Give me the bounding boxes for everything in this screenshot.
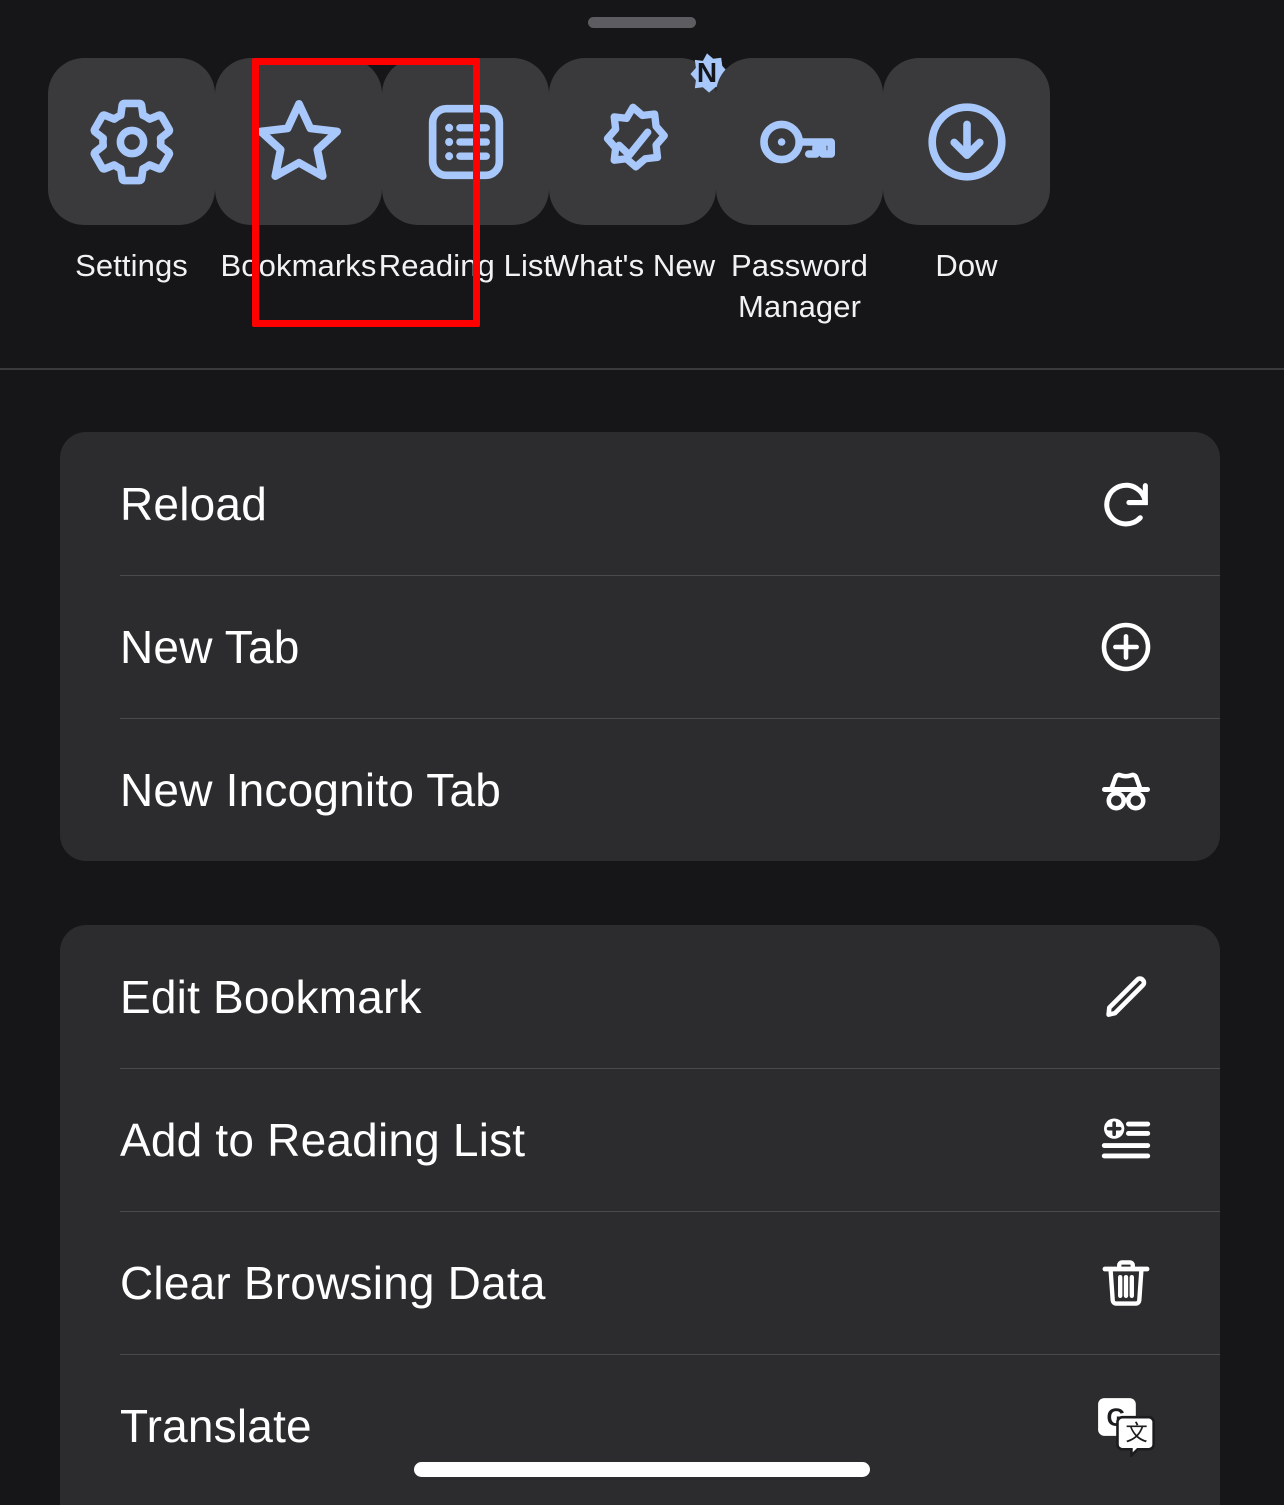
shortcut-password-manager[interactable]: Password Manager <box>716 44 883 327</box>
menu-item-reload-label: Reload <box>120 477 267 530</box>
plus-circle-icon <box>1094 615 1158 679</box>
shortcut-whats-new-label: What's New <box>549 248 716 283</box>
menu-group-tools: Edit Bookmark Add to Reading List Clear … <box>60 925 1220 1505</box>
sheet-drag-handle-area[interactable] <box>0 0 1284 44</box>
svg-text:文: 文 <box>1125 1420 1147 1445</box>
incognito-icon <box>1094 758 1158 822</box>
menu-item-add-to-reading-list-label: Add to Reading List <box>120 1113 526 1166</box>
drag-handle[interactable] <box>588 16 696 28</box>
add-to-list-icon <box>1094 1108 1158 1172</box>
menu-item-edit-bookmark-label: Edit Bookmark <box>120 970 422 1023</box>
shortcut-downloads-label: Dow <box>935 248 998 283</box>
shortcut-bookmarks-label: Bookmarks <box>220 248 377 283</box>
menu-item-new-tab[interactable]: New Tab <box>60 575 1220 718</box>
shortcut-settings-label: Settings <box>75 248 188 283</box>
menu-item-new-incognito-tab[interactable]: New Incognito Tab <box>60 718 1220 861</box>
shortcut-downloads-tile[interactable] <box>883 58 1050 225</box>
shortcut-password-manager-label: Password Manager <box>731 248 868 324</box>
list-box-icon <box>420 96 512 188</box>
new-badge-label: N <box>696 57 718 88</box>
browser-overflow-menu-sheet: Settings Bookmarks Reading List N What's… <box>0 0 1284 1505</box>
reload-icon <box>1094 472 1158 536</box>
shortcut-settings-tile[interactable] <box>48 58 215 225</box>
menu-item-translate-label: Translate <box>120 1399 312 1452</box>
shortcut-bookmarks-tile[interactable] <box>215 58 382 225</box>
download-circle-icon <box>919 94 1015 190</box>
key-icon <box>752 94 848 190</box>
shortcut-reading-list-label: Reading List <box>378 248 553 283</box>
menu-item-edit-bookmark[interactable]: Edit Bookmark <box>60 925 1220 1068</box>
shortcut-settings[interactable]: Settings <box>48 44 215 286</box>
star-icon <box>247 90 351 194</box>
home-indicator <box>414 1462 870 1477</box>
menu-item-add-to-reading-list[interactable]: Add to Reading List <box>60 1068 1220 1211</box>
shortcut-downloads[interactable]: Dow <box>883 44 1050 286</box>
shortcut-whats-new-tile[interactable]: N <box>549 53 728 225</box>
menu-item-clear-browsing-data[interactable]: Clear Browsing Data <box>60 1211 1220 1354</box>
shortcut-password-manager-tile[interactable] <box>716 58 883 225</box>
menu-item-clear-browsing-data-label: Clear Browsing Data <box>120 1256 546 1309</box>
shortcut-reading-list-tile[interactable] <box>382 58 549 225</box>
shortcut-bookmarks[interactable]: Bookmarks <box>215 44 382 286</box>
google-translate-icon: G 文 <box>1094 1394 1158 1458</box>
menu-item-new-incognito-tab-label: New Incognito Tab <box>120 763 502 816</box>
menu-list: Reload New Tab New Incognito Tab Edit Bo… <box>0 370 1284 1505</box>
shortcut-whats-new[interactable]: N What's New <box>549 44 728 286</box>
badge-check-icon <box>584 93 682 191</box>
gear-icon <box>84 94 180 190</box>
menu-group-page-actions: Reload New Tab New Incognito Tab <box>60 432 1220 861</box>
shortcut-icon-row[interactable]: Settings Bookmarks Reading List N What's… <box>0 44 1284 368</box>
menu-item-reload[interactable]: Reload <box>60 432 1220 575</box>
trash-icon <box>1094 1251 1158 1315</box>
pencil-icon <box>1094 965 1158 1029</box>
shortcut-reading-list[interactable]: Reading List <box>379 44 552 286</box>
menu-item-new-tab-label: New Tab <box>120 620 300 673</box>
